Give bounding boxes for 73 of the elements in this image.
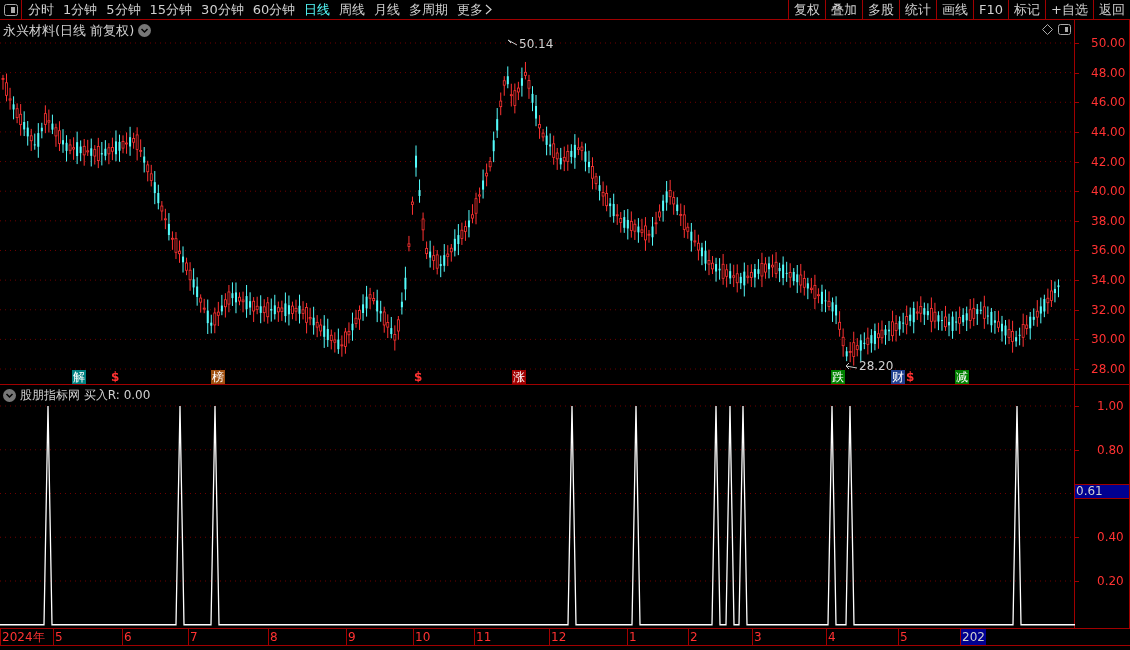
period-tab[interactable]: 15分钟 xyxy=(149,0,193,20)
indicator-title: 股朋指标网 买入R: 0.00 xyxy=(20,387,151,404)
toolbar-button[interactable]: 统计 xyxy=(899,0,937,19)
price-annotation: 28.20 xyxy=(859,360,894,372)
event-tag: 解 xyxy=(72,370,86,384)
toolbar-button[interactable]: 复权 xyxy=(788,0,826,19)
date-label: 6 xyxy=(123,629,133,645)
date-label: 10 xyxy=(414,629,432,645)
axis-label: 34.00 xyxy=(1091,274,1126,287)
value-marker: 0.61 xyxy=(1075,484,1129,500)
axis-label: 1.00 xyxy=(1097,400,1124,412)
period-tab[interactable]: 分时 xyxy=(28,0,54,20)
axis-label: 0.40 xyxy=(1097,531,1124,544)
toolbar-button[interactable]: 标记 xyxy=(1008,0,1046,19)
axis-label: 38.00 xyxy=(1091,214,1126,227)
event-symbol: $ xyxy=(414,370,423,384)
date-label: 3 xyxy=(753,629,763,645)
price-annotation: 50.14 xyxy=(519,38,554,50)
event-symbol: $ xyxy=(906,370,915,384)
period-tab[interactable]: 更多 xyxy=(457,0,493,20)
axis-label: 32.00 xyxy=(1091,303,1126,316)
axis-label: 42.00 xyxy=(1091,155,1126,168)
toolbar-button[interactable]: 叠加 xyxy=(825,0,863,19)
event-tag: 财 xyxy=(891,370,905,384)
panel-toggle-icon[interactable] xyxy=(1058,24,1071,35)
date-label: 7 xyxy=(189,629,199,645)
date-label: 2024年 xyxy=(1,629,46,645)
date-label: 12 xyxy=(550,629,568,645)
event-tag: 榜 xyxy=(211,370,225,384)
event-tag: 减 xyxy=(955,370,969,384)
panel-toggle-icon[interactable] xyxy=(3,3,18,16)
dropdown-icon[interactable] xyxy=(3,388,16,402)
axis-label: 48.00 xyxy=(1091,66,1126,79)
period-tab[interactable]: 日线 xyxy=(304,0,331,20)
date-label: 9 xyxy=(347,629,357,645)
chart-title: 永兴材料(日线 前复权) xyxy=(3,22,135,40)
toolbar-button[interactable]: 返回 xyxy=(1093,0,1130,19)
period-tab[interactable]: 5分钟 xyxy=(106,0,141,20)
period-tab[interactable]: 周线 xyxy=(339,0,366,20)
axis-label: 28.00 xyxy=(1091,363,1126,376)
date-label: 5 xyxy=(899,629,909,645)
chevron-right-icon xyxy=(485,4,493,15)
axis-label: 46.00 xyxy=(1091,96,1126,109)
diamond-icon[interactable] xyxy=(1042,24,1053,35)
axis-label: 44.00 xyxy=(1091,125,1126,138)
toolbar-button[interactable]: +自选 xyxy=(1045,0,1093,19)
period-tab[interactable]: 30分钟 xyxy=(201,0,244,20)
toolbar-button[interactable]: 多股 xyxy=(862,0,900,19)
event-symbol: $ xyxy=(111,370,120,384)
axis-label: 30.00 xyxy=(1091,333,1126,346)
dropdown-icon[interactable] xyxy=(138,24,152,38)
date-label: 11 xyxy=(475,629,493,645)
axis-label: 36.00 xyxy=(1091,244,1126,257)
period-tab[interactable]: 1分钟 xyxy=(63,0,98,20)
toolbar-button[interactable]: 画线 xyxy=(936,0,974,19)
axis-label: 40.00 xyxy=(1091,185,1126,198)
period-tab[interactable]: 多周期 xyxy=(409,0,449,20)
axis-label: 50.00 xyxy=(1091,37,1126,49)
date-label: 1 xyxy=(628,629,638,645)
date-label: 4 xyxy=(827,629,837,645)
axis-label: 0.20 xyxy=(1097,575,1124,587)
date-label: 8 xyxy=(269,629,279,645)
event-tag: 涨 xyxy=(512,370,526,384)
date-label: 2 xyxy=(689,629,699,645)
toolbar-button[interactable]: F10 xyxy=(973,0,1009,19)
period-tab[interactable]: 月线 xyxy=(374,0,401,20)
pointer-arrow xyxy=(845,362,858,370)
period-tab[interactable]: 60分钟 xyxy=(252,0,296,20)
pointer-arrow xyxy=(507,39,518,46)
date-label: 5 xyxy=(54,629,64,645)
date-label: 202 xyxy=(961,629,986,645)
event-tag: 跌 xyxy=(831,370,845,384)
axis-label: 0.80 xyxy=(1097,443,1124,456)
